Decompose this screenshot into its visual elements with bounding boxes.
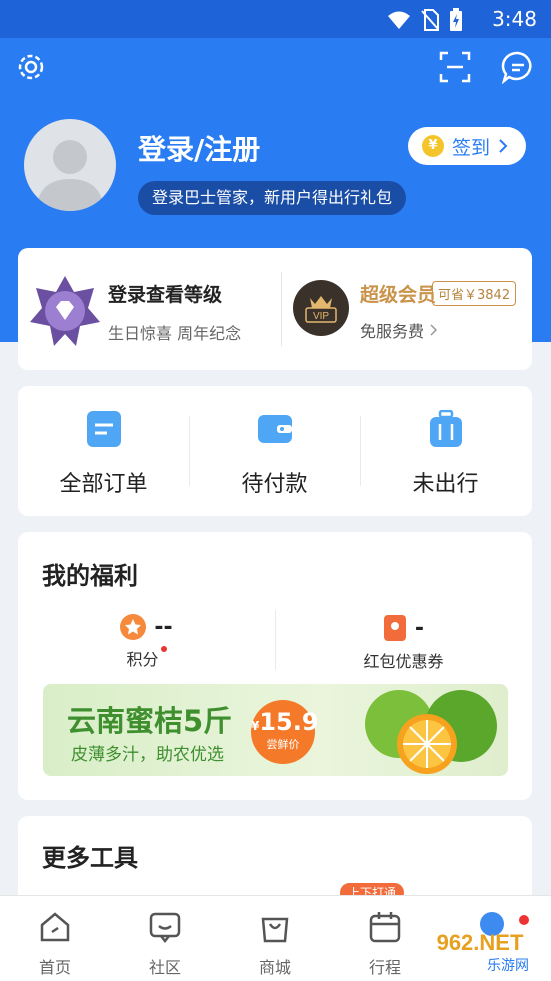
coin-icon: ¥ xyxy=(422,135,444,157)
svg-text:乐游网: 乐游网 xyxy=(487,958,529,974)
upcoming-trip-button[interactable]: 未出行 xyxy=(360,409,531,498)
pending-payment-label: 待付款 xyxy=(241,472,308,497)
coupons-stat[interactable]: - 红包优惠券 xyxy=(275,614,532,672)
wallet-icon xyxy=(257,415,292,443)
trip-icon xyxy=(369,912,401,943)
red-envelope-icon xyxy=(383,615,406,641)
tab-shop-label: 商城 xyxy=(258,958,291,977)
coupons-value: - xyxy=(414,615,425,641)
orange-fruit-image xyxy=(365,690,497,774)
login-promo-text: 登录巴士管家，新用户得出行礼包 xyxy=(138,181,407,215)
tab-community-label: 社区 xyxy=(148,958,181,977)
welfare-card: 我的福利 -- 积分 - 红包优惠券 云南蜜桔5斤 皮薄多汁，助农优选 ¥15.… xyxy=(18,532,532,800)
chevron-right-icon xyxy=(499,139,508,153)
site-watermark-logo: 962.NET 乐游网 xyxy=(437,912,529,974)
points-star-icon xyxy=(120,614,147,640)
luggage-icon xyxy=(429,409,462,447)
tab-community[interactable]: 社区 xyxy=(110,910,220,978)
community-icon xyxy=(149,912,181,944)
svg-text:962.NET: 962.NET xyxy=(437,930,524,955)
points-value: -- xyxy=(154,614,173,640)
all-orders-button[interactable]: 全部订单 xyxy=(18,410,189,498)
level-vip-card: 登录查看等级 生日惊喜 周年纪念 VIP 超级会员 可省￥3842 免服务费 xyxy=(18,248,532,370)
order-list-icon xyxy=(86,411,121,447)
home-icon xyxy=(40,912,70,942)
all-orders-label: 全部订单 xyxy=(59,472,148,497)
message-icon[interactable] xyxy=(501,50,535,84)
tools-title: 更多工具 xyxy=(42,844,138,872)
vip-badge-text: VIP xyxy=(313,311,329,322)
price-value: 15.9 xyxy=(259,708,319,736)
price-badge: ¥15.9 尝鲜价 xyxy=(251,700,319,764)
points-label: 积分 xyxy=(126,650,159,669)
status-time: 3:48 xyxy=(492,7,537,31)
upcoming-trip-label: 未出行 xyxy=(412,472,479,497)
level-title[interactable]: 登录查看等级 xyxy=(108,280,222,307)
battery-charging-icon xyxy=(450,8,462,31)
tab-home-label: 首页 xyxy=(38,958,71,977)
login-register-link[interactable]: 登录/注册 xyxy=(138,128,260,168)
vip-title[interactable]: 超级会员 xyxy=(360,280,436,307)
promo-banner[interactable]: 云南蜜桔5斤 皮薄多汁，助农优选 ¥15.9 尝鲜价 xyxy=(43,684,508,776)
level-medal-icon[interactable] xyxy=(28,274,102,348)
banner-title: 云南蜜桔5斤 xyxy=(67,704,233,738)
avatar[interactable] xyxy=(24,119,116,211)
tab-home[interactable]: 首页 xyxy=(0,910,110,978)
scan-icon[interactable] xyxy=(438,50,472,84)
pending-payment-button[interactable]: 待付款 xyxy=(189,410,360,498)
points-stat[interactable]: -- 积分 xyxy=(18,614,275,670)
tab-shop[interactable]: 商城 xyxy=(220,910,330,978)
coupons-label: 红包优惠券 xyxy=(363,652,444,671)
vip-save-tag: 可省￥3842 xyxy=(432,281,517,306)
status-bar: 3:48 xyxy=(0,0,551,38)
divider xyxy=(281,272,282,346)
vip-subtitle-text: 免服务费 xyxy=(360,322,425,341)
level-subtitle: 生日惊喜 周年纪念 xyxy=(108,324,242,343)
notification-dot xyxy=(160,646,167,652)
banner-subtitle: 皮薄多汁，助农优选 xyxy=(71,745,224,765)
orders-card: 全部订单 待付款 未出行 xyxy=(18,386,532,516)
wifi-icon xyxy=(388,11,410,29)
status-icons xyxy=(387,8,463,32)
shop-icon xyxy=(261,917,289,943)
welfare-title: 我的福利 xyxy=(42,562,138,590)
vip-subtitle[interactable]: 免服务费 xyxy=(360,318,439,342)
default-user-icon xyxy=(36,140,104,211)
signin-label: 签到 xyxy=(452,136,491,159)
vip-crown-icon[interactable]: VIP xyxy=(293,280,349,336)
price-tag: 尝鲜价 xyxy=(266,738,300,751)
settings-gear-icon[interactable] xyxy=(14,50,48,84)
signin-button[interactable]: ¥ 签到 xyxy=(408,127,526,165)
chevron-right-icon xyxy=(430,324,438,336)
no-sim-icon xyxy=(421,9,439,31)
